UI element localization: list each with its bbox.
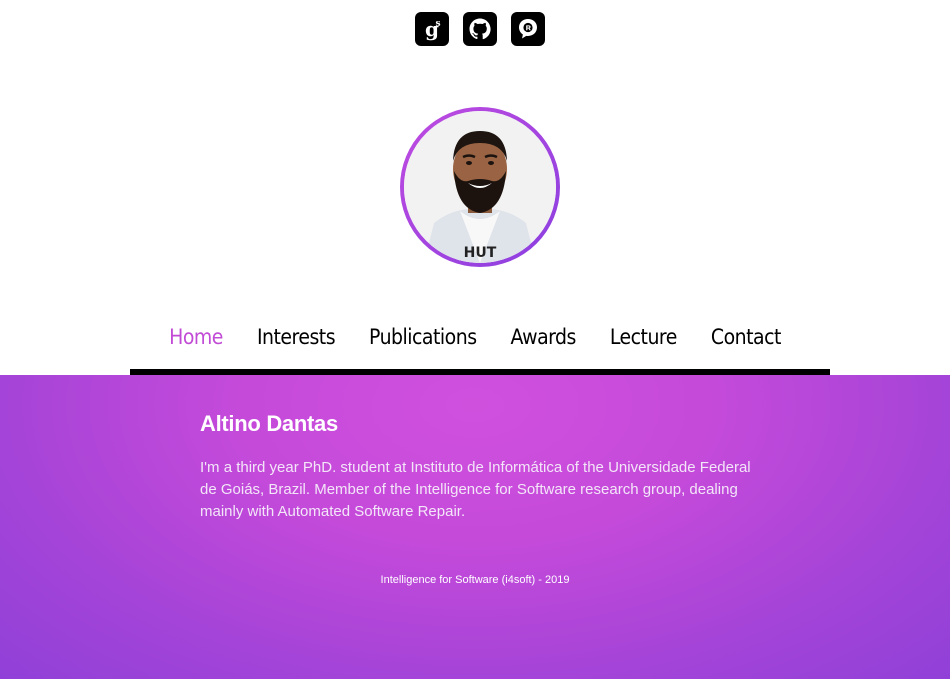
social-links: g s xyxy=(415,12,545,46)
profile-photo: HUT xyxy=(404,111,556,263)
google-scholar-link[interactable]: g s xyxy=(415,12,449,46)
svg-text:s: s xyxy=(435,19,440,29)
nav-home[interactable]: Home xyxy=(169,322,223,352)
avatar: HUT xyxy=(404,111,556,263)
github-icon xyxy=(469,18,491,40)
hero-section: Altino Dantas I'm a third year PhD. stud… xyxy=(0,375,950,679)
avatar-ring: HUT xyxy=(400,107,560,267)
nav-awards[interactable]: Awards xyxy=(511,322,577,352)
nav-publications[interactable]: Publications xyxy=(369,322,477,352)
nav-contact[interactable]: Contact xyxy=(711,322,782,352)
profile-name: Altino Dantas xyxy=(200,411,338,436)
profile-bio: I'm a third year PhD. student at Institu… xyxy=(200,459,751,520)
nav-lecture[interactable]: Lecture xyxy=(610,322,677,352)
google-scholar-icon: g s xyxy=(425,17,441,41)
svg-text:HUT: HUT xyxy=(464,245,497,261)
main-nav: Home Interests Publications Awards Lectu… xyxy=(0,322,950,352)
github-link[interactable] xyxy=(463,12,497,46)
nav-interests[interactable]: Interests xyxy=(257,322,336,352)
researchgate-link[interactable] xyxy=(511,12,545,46)
footer-text: Intelligence for Software (i4soft) - 201… xyxy=(380,574,570,586)
researchgate-icon xyxy=(519,19,537,39)
